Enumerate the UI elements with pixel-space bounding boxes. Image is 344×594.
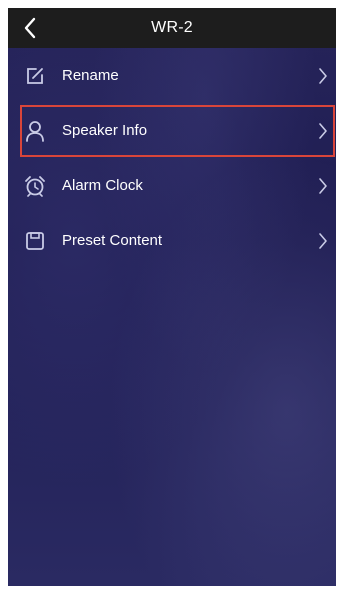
- menu-item-label: Alarm Clock: [62, 177, 143, 194]
- menu-item-preset-content[interactable]: Preset Content: [8, 213, 336, 268]
- page-title: WR-2: [151, 19, 193, 36]
- menu-item-alarm-clock[interactable]: Alarm Clock: [8, 158, 336, 213]
- user-icon: [24, 120, 46, 142]
- back-button[interactable]: [16, 14, 44, 42]
- menu-item-label: Rename: [62, 67, 119, 84]
- chevron-right-icon: [316, 176, 330, 196]
- top-bar: WR-2: [8, 8, 336, 48]
- app-screen: WR-2 Rename Speaker Info Alarm Clock Pre…: [8, 8, 336, 586]
- menu-item-label: Preset Content: [62, 232, 163, 249]
- menu-item-label: Speaker Info: [62, 122, 148, 139]
- menu-item-speaker-info[interactable]: Speaker Info: [8, 103, 336, 158]
- chevron-right-icon: [316, 121, 330, 141]
- alarm-clock-icon: [24, 175, 46, 197]
- edit-icon: [24, 65, 46, 87]
- chevron-left-icon: [24, 17, 36, 39]
- settings-menu: Rename Speaker Info Alarm Clock Preset C…: [8, 48, 336, 268]
- save-icon: [24, 230, 46, 252]
- chevron-right-icon: [316, 231, 330, 251]
- chevron-right-icon: [316, 66, 330, 86]
- menu-item-rename[interactable]: Rename: [8, 48, 336, 103]
